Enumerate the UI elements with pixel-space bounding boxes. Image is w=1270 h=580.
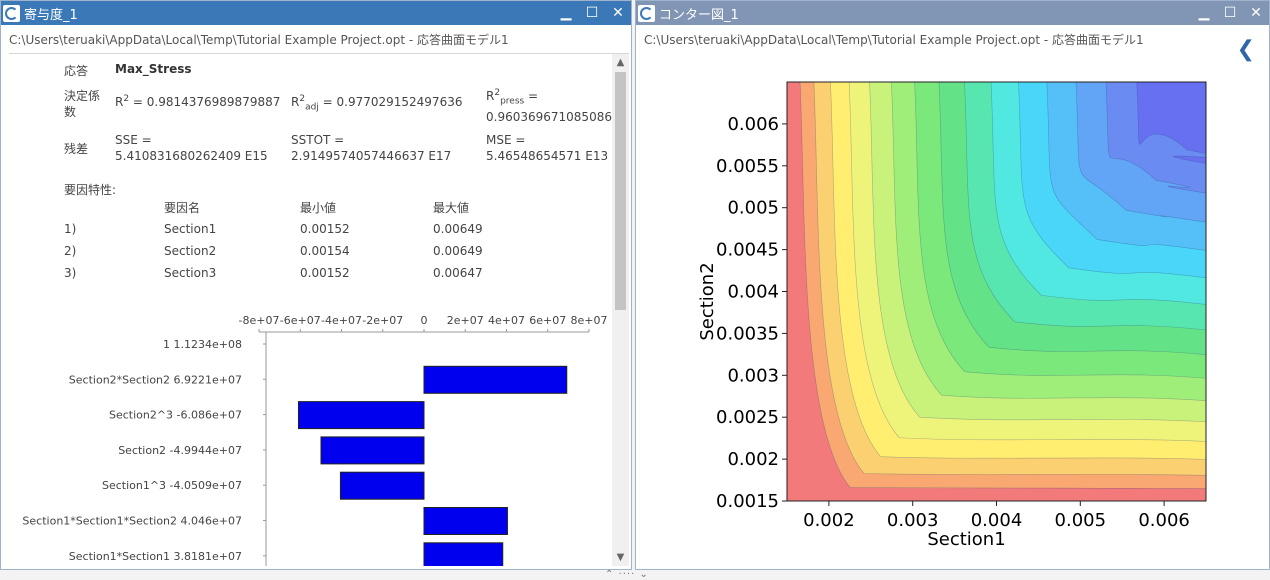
y-axis-label: Section2 bbox=[697, 262, 718, 340]
factor-name: Section2 bbox=[164, 244, 217, 258]
x-tick-label: -8e+07 bbox=[239, 314, 280, 327]
y-tick-label: 0.004 bbox=[727, 282, 779, 303]
y-tick-label: 0.0045 bbox=[716, 240, 779, 261]
contour-chart: 0.002 0.003 0.004 0.005 0.006 0.0015 0.002 0.00… bbox=[697, 81, 1207, 550]
x-tick-label: -6e+07 bbox=[280, 314, 321, 327]
bar bbox=[339, 471, 425, 500]
x-tick-label: 2e+07 bbox=[447, 314, 484, 327]
y-tick-label: 0.006 bbox=[727, 114, 779, 135]
scroll-down-icon[interactable]: ▼ bbox=[612, 549, 629, 566]
maximize-button[interactable]: ☐ bbox=[579, 5, 605, 21]
r2adj-text: R2adj = 0.977029152497636 bbox=[291, 94, 463, 113]
r2press-text: R2press = bbox=[486, 88, 539, 107]
r2-text: R2 = 0.9814376989879887 bbox=[115, 94, 281, 109]
bar bbox=[320, 436, 425, 465]
x-tick-label: 4e+07 bbox=[488, 314, 525, 327]
scroll-thumb[interactable] bbox=[615, 72, 626, 310]
x-tick-label: -2e+07 bbox=[362, 314, 403, 327]
x-tick-label: 0.005 bbox=[1055, 510, 1107, 531]
bar-category-label: Section2*Section2 6.9221e+07 bbox=[69, 373, 242, 386]
bar bbox=[297, 401, 425, 430]
response-label: 応答 bbox=[64, 64, 89, 78]
bar bbox=[423, 542, 504, 566]
determination-label: 決定係数 bbox=[64, 89, 101, 119]
contribution-window: 寄与度_1 ▁ ☐ ✕ C:\Users\teruaki\AppData\Loc… bbox=[0, 0, 632, 570]
sstot-value: SSTOT = 2.9149574057446637 E17 bbox=[291, 133, 452, 163]
app-logo-icon bbox=[3, 4, 20, 22]
y-tick-label: 0.0015 bbox=[716, 491, 779, 512]
window-title: 寄与度_1 bbox=[24, 7, 78, 23]
resize-grip-icon[interactable]: ⌃ ···· ⌄ bbox=[605, 569, 649, 580]
scroll-up-icon[interactable]: ▲ bbox=[612, 54, 629, 71]
contour-bands bbox=[787, 82, 1206, 501]
y-tick-label: 0.003 bbox=[727, 365, 779, 386]
minimize-button[interactable]: ▁ bbox=[553, 5, 579, 21]
factor-min: 0.00154 bbox=[300, 244, 350, 258]
bar bbox=[423, 365, 568, 394]
x-tick-label: 0.003 bbox=[887, 510, 939, 531]
x-tick-label: 0.006 bbox=[1138, 510, 1190, 531]
r2press-value: 0.9603696710850861 bbox=[486, 110, 620, 124]
factor-header-min: 最小値 bbox=[300, 201, 337, 215]
x-tick-label: 0.002 bbox=[803, 510, 855, 531]
factor-header-max: 最大値 bbox=[433, 201, 470, 215]
factor-label: 要因特性: bbox=[64, 183, 117, 197]
bar-category-label: Section2 -4.9944e+07 bbox=[118, 444, 242, 457]
x-axis-label: Section1 bbox=[927, 529, 1005, 550]
mse-value: MSE = 5.46548654571 E13 bbox=[486, 133, 609, 163]
response-value: Max_Stress bbox=[115, 62, 192, 76]
y-tick-label: 0.002 bbox=[727, 449, 779, 470]
y-tick-label: 0.0055 bbox=[716, 156, 779, 177]
y-tick-label: 0.0025 bbox=[716, 407, 779, 428]
factor-min: 0.00152 bbox=[300, 222, 350, 236]
factor-max: 0.00649 bbox=[433, 222, 483, 236]
close-button[interactable]: ✕ bbox=[605, 5, 631, 21]
factor-idx: 1) bbox=[64, 222, 77, 236]
bar-category-label: Section1*Section1 3.8181e+07 bbox=[69, 550, 242, 563]
contribution-bar-chart: -8e+07 -6e+07 -4e+07 -2e+07 0 2e+07 4e+07 6e+07… bbox=[22, 314, 608, 566]
x-tick-label: 8e+07 bbox=[571, 314, 608, 327]
bar-category-label: Section2^3 -6.086e+07 bbox=[109, 409, 242, 422]
x-tick-label: -4e+07 bbox=[321, 314, 362, 327]
y-tick-label: 0.0035 bbox=[716, 323, 779, 344]
contour-window: コンター図_1 ▁ ☐ ✕ C:\Users\teruaki\AppData\L… bbox=[635, 0, 1270, 570]
file-path: C:\Users\teruaki\AppData\Local\Temp\Tuto… bbox=[9, 33, 509, 47]
factor-max: 0.00649 bbox=[433, 244, 483, 258]
bar-category-label: Section1*Section1*Section2 4.046e+07 bbox=[22, 515, 242, 528]
contribution-titlebar[interactable]: 寄与度_1 ▁ ☐ ✕ bbox=[1, 1, 631, 25]
factor-min: 0.00152 bbox=[300, 266, 350, 280]
factor-name: Section1 bbox=[164, 222, 217, 236]
residual-label: 残差 bbox=[64, 142, 89, 156]
factor-idx: 3) bbox=[64, 266, 77, 280]
factor-name: Section3 bbox=[164, 266, 217, 280]
bar bbox=[423, 507, 508, 535]
x-tick-label: 0 bbox=[421, 314, 428, 327]
x-tick-label: 6e+07 bbox=[529, 314, 566, 327]
factor-max: 0.00647 bbox=[433, 266, 483, 280]
bar-category-label: Section1^3 -4.0509e+07 bbox=[102, 479, 242, 492]
contribution-content[interactable]: 応答 Max_Stress 決定係数 R2 = 0.98143769898798… bbox=[9, 53, 629, 566]
x-tick-label: 0.004 bbox=[971, 510, 1023, 531]
sse-value: SSE = 5.410831680262409 E15 bbox=[115, 133, 268, 163]
vertical-scrollbar[interactable]: ▲ ▼ bbox=[612, 54, 629, 566]
bar-category-label: 1 1.1234e+08 bbox=[163, 338, 242, 351]
y-tick-label: 0.005 bbox=[727, 198, 779, 219]
factor-idx: 2) bbox=[64, 244, 77, 258]
factor-header-name: 要因名 bbox=[164, 201, 201, 215]
